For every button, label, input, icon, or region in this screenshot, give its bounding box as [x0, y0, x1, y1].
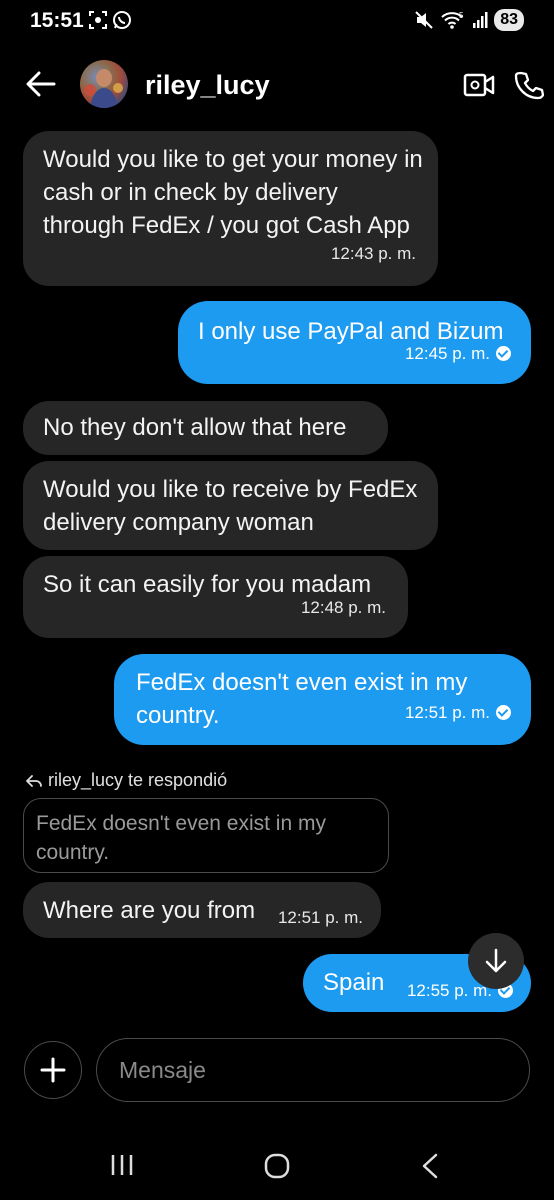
message-text: Would you like to get your money in cash… [43, 146, 423, 239]
message-time: 12:45 p. m. [404, 344, 490, 363]
message-incoming[interactable]: Would you like to get your money in cash… [23, 131, 438, 286]
message-input[interactable] [96, 1038, 530, 1102]
plus-icon [40, 1057, 66, 1083]
phone-icon[interactable] [514, 70, 544, 100]
add-attachment-button[interactable] [24, 1041, 82, 1099]
status-notification-icons [88, 10, 132, 30]
reply-label: riley_lucy te respondió [48, 770, 228, 790]
network-label: 5 [459, 11, 464, 20]
signal-icon [473, 12, 488, 28]
status-time: 15:51 [30, 9, 84, 32]
avatar[interactable] [80, 60, 128, 108]
message-time: 12:43 p. m. [330, 244, 416, 263]
message-time: 12:48 p. m. [300, 598, 386, 617]
recents-icon[interactable] [110, 1152, 134, 1178]
message-time: 12:51 p. m. [404, 703, 490, 722]
back-nav-icon[interactable] [420, 1152, 440, 1180]
video-call-icon[interactable] [463, 72, 495, 98]
scroll-down-icon [485, 948, 507, 973]
avatar-image [84, 69, 123, 108]
quoted-message[interactable]: FedEx doesn't even exist in my country. [23, 798, 389, 873]
back-arrow-icon[interactable] [26, 70, 56, 98]
scroll-down-button[interactable] [468, 933, 524, 989]
read-check-icon [496, 705, 511, 720]
battery-level: 83 [494, 9, 524, 31]
status-system-icons: 5 83 [414, 9, 524, 31]
mute-icon [415, 11, 433, 29]
quoted-text: FedEx doesn't even exist in my country. [36, 812, 326, 864]
message-incoming[interactable]: Where are you from 12:51 p. m. [23, 882, 381, 938]
home-icon[interactable] [263, 1152, 291, 1180]
message-outgoing[interactable]: FedEx doesn't even exist in my country. … [114, 654, 531, 745]
message-text: Spain [323, 969, 385, 996]
chat-username[interactable]: riley_lucy [145, 70, 270, 101]
screenshot-icon [89, 11, 107, 29]
read-check-icon [496, 346, 511, 361]
message-incoming[interactable]: Would you like to receive by FedEx deliv… [23, 461, 438, 550]
message-outgoing[interactable]: I only use PayPal and Bizum 12:45 p. m. [178, 301, 531, 384]
message-meta: 12:45 p. m. [405, 337, 511, 370]
message-text: Where are you from [43, 897, 256, 924]
reply-context: riley_lucy te respondió [26, 770, 227, 791]
message-text: No they don't allow that here [43, 414, 347, 441]
wifi-icon: 5 [441, 11, 464, 29]
message-time: 12:51 p. m. [277, 908, 363, 927]
message-meta: 12:51 p. m. [405, 696, 511, 729]
whatsapp-icon [113, 11, 131, 29]
message-incoming[interactable]: So it can easily for you madam 12:48 p. … [23, 556, 408, 638]
message-incoming[interactable]: No they don't allow that here [23, 401, 388, 455]
reply-icon [26, 774, 42, 787]
message-text: Would you like to receive by FedEx deliv… [43, 476, 418, 536]
